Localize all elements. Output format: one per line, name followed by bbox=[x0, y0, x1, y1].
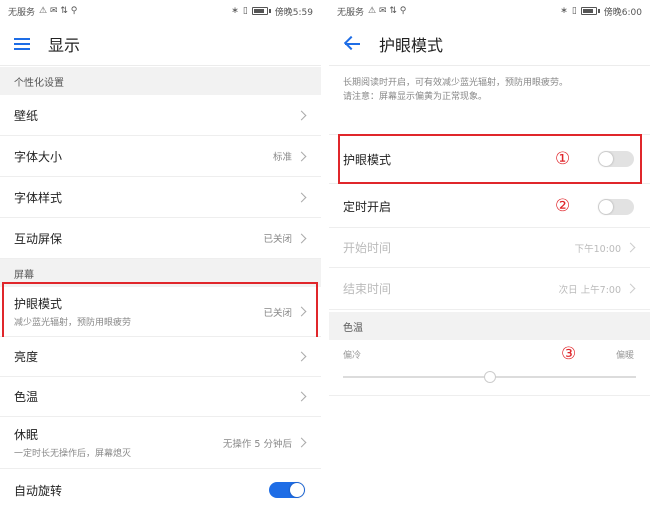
eye-comfort-row[interactable]: 护眼模式 减少蓝光辐射，预防用眼疲劳 已关闭 bbox=[0, 287, 321, 337]
sleep-label: 休眠 bbox=[14, 428, 39, 442]
eye-comfort-value: 已关闭 bbox=[263, 307, 292, 319]
chevron-right-icon bbox=[296, 437, 307, 448]
screensaver-value: 已关闭 bbox=[263, 234, 292, 245]
bluetooth-icon: ∗ bbox=[231, 6, 239, 16]
sleep-row[interactable]: 休眠 一定时长无操作后，屏幕熄灭 无操作 5 分钟后 bbox=[0, 417, 321, 469]
color-temp-row[interactable]: 色温 bbox=[0, 377, 321, 417]
description-line-2: 请注意：屏幕显示偏黄为正常现象。 bbox=[343, 92, 488, 102]
chevron-right-icon bbox=[296, 110, 307, 120]
color-temp-slider-thumb[interactable] bbox=[483, 371, 496, 383]
color-temp-slider-track[interactable] bbox=[343, 371, 636, 383]
chevron-right-icon bbox=[296, 391, 307, 402]
display-settings-screen: 无服务 ⚠ ✉ ⇅ ⚲ ∗ ▯ 傍晚5:59 显示 个性化设置 壁纸 字体大小 标准 … bbox=[0, 0, 321, 511]
carrier-text: 无服务 bbox=[337, 7, 365, 18]
font-size-row[interactable]: 字体大小 标准 bbox=[0, 136, 321, 177]
start-time-value: 下午10:00 bbox=[574, 243, 621, 255]
battery-icon bbox=[251, 7, 268, 15]
color-temp-label: 色温 bbox=[14, 390, 39, 404]
divider bbox=[321, 0, 329, 511]
section-header-personal: 个性化设置 bbox=[0, 67, 321, 95]
description-line-1: 长期阅读时开启，可有效减少蓝光辐射，预防用眼疲劳。 bbox=[343, 78, 569, 88]
brightness-row[interactable]: 亮度 bbox=[0, 337, 321, 377]
vibrate-icon: ▯ bbox=[571, 6, 577, 16]
wallpaper-label: 壁纸 bbox=[14, 108, 39, 123]
auto-rotate-toggle[interactable] bbox=[269, 482, 305, 498]
eye-comfort-description: 长期阅读时开启，可有效减少蓝光辐射，预防用眼疲劳。 请注意：屏幕显示偏黄为正常现… bbox=[343, 76, 636, 104]
app-bar: 护眼模式 bbox=[329, 22, 650, 66]
status-bar: 无服务 ⚠ ✉ ⇅ ⚲ ∗ ▯ 傍晚6:00 bbox=[329, 0, 650, 22]
font-style-row[interactable]: 字体样式 bbox=[0, 177, 321, 218]
brightness-label: 亮度 bbox=[14, 350, 39, 364]
signal-icons: ⚠ ✉ ⇅ ⚲ bbox=[368, 6, 407, 16]
page-title: 护眼模式 bbox=[379, 35, 444, 55]
clock: 傍晚5:59 bbox=[274, 7, 313, 18]
screensaver-label: 互动屏保 bbox=[14, 231, 63, 246]
wallpaper-row[interactable]: 壁纸 bbox=[0, 95, 321, 136]
chevron-right-icon bbox=[296, 306, 307, 317]
sleep-subtitle: 一定时长无操作后，屏幕熄灭 bbox=[14, 449, 132, 459]
signal-icons: ⚠ ✉ ⇅ ⚲ bbox=[39, 6, 78, 16]
end-time-label: 结束时间 bbox=[343, 282, 392, 296]
marker-2: ② bbox=[555, 196, 571, 216]
chevron-right-icon bbox=[296, 351, 307, 362]
page-title: 显示 bbox=[48, 35, 81, 55]
auto-rotate-row[interactable]: 自动旋转 bbox=[0, 469, 321, 511]
vibrate-icon: ▯ bbox=[242, 6, 248, 16]
battery-icon bbox=[580, 7, 597, 15]
start-time-label: 开始时间 bbox=[343, 241, 392, 255]
status-bar: 无服务 ⚠ ✉ ⇅ ⚲ ∗ ▯ 傍晚5:59 bbox=[0, 0, 321, 22]
carrier-text: 无服务 bbox=[8, 7, 36, 18]
marker-3: ③ bbox=[561, 344, 577, 364]
clock: 傍晚6:00 bbox=[603, 7, 642, 18]
chevron-right-icon bbox=[296, 151, 307, 161]
marker-1: ① bbox=[555, 149, 571, 169]
font-size-label: 字体大小 bbox=[14, 149, 63, 164]
font-size-value: 标准 bbox=[272, 152, 292, 163]
scheduled-row[interactable]: 定时开启 bbox=[329, 186, 650, 228]
eye-comfort-subtitle: 减少蓝光辐射，预防用眼疲劳 bbox=[14, 318, 132, 328]
warm-label: 偏暖 bbox=[615, 351, 634, 361]
font-style-label: 字体样式 bbox=[14, 190, 63, 205]
menu-icon[interactable] bbox=[14, 37, 30, 50]
chevron-right-icon bbox=[625, 242, 636, 253]
bluetooth-icon: ∗ bbox=[560, 6, 568, 16]
auto-rotate-label: 自动旋转 bbox=[14, 483, 63, 498]
end-time-value: 次日 上午7:00 bbox=[558, 284, 621, 296]
eye-comfort-toggle[interactable] bbox=[598, 151, 634, 167]
eye-comfort-label: 护眼模式 bbox=[343, 152, 392, 167]
section-header-screen: 屏幕 bbox=[0, 259, 321, 287]
color-temp-slider-area: 偏冷 偏暖 bbox=[329, 340, 650, 396]
back-arrow-icon[interactable] bbox=[343, 35, 361, 53]
cool-label: 偏冷 bbox=[343, 351, 362, 361]
app-bar: 显示 bbox=[0, 22, 321, 66]
start-time-row[interactable]: 开始时间 下午10:00 bbox=[329, 228, 650, 268]
scheduled-label: 定时开启 bbox=[343, 200, 392, 214]
screensaver-row[interactable]: 互动屏保 已关闭 bbox=[0, 218, 321, 259]
chevron-right-icon bbox=[296, 192, 307, 202]
eye-comfort-label: 护眼模式 bbox=[14, 297, 63, 311]
chevron-right-icon bbox=[625, 283, 636, 294]
eye-comfort-screen: 无服务 ⚠ ✉ ⇅ ⚲ ∗ ▯ 傍晚6:00 护眼模式 长期阅读时开启，可有效减少蓝光… bbox=[329, 0, 650, 511]
section-header-color-temp: 色温 bbox=[329, 312, 650, 340]
scheduled-toggle[interactable] bbox=[598, 198, 634, 215]
sleep-value: 无操作 5 分钟后 bbox=[222, 438, 292, 450]
eye-comfort-toggle-row[interactable]: 护眼模式 bbox=[329, 134, 650, 184]
chevron-right-icon bbox=[296, 233, 307, 243]
end-time-row[interactable]: 结束时间 次日 上午7:00 bbox=[329, 268, 650, 310]
